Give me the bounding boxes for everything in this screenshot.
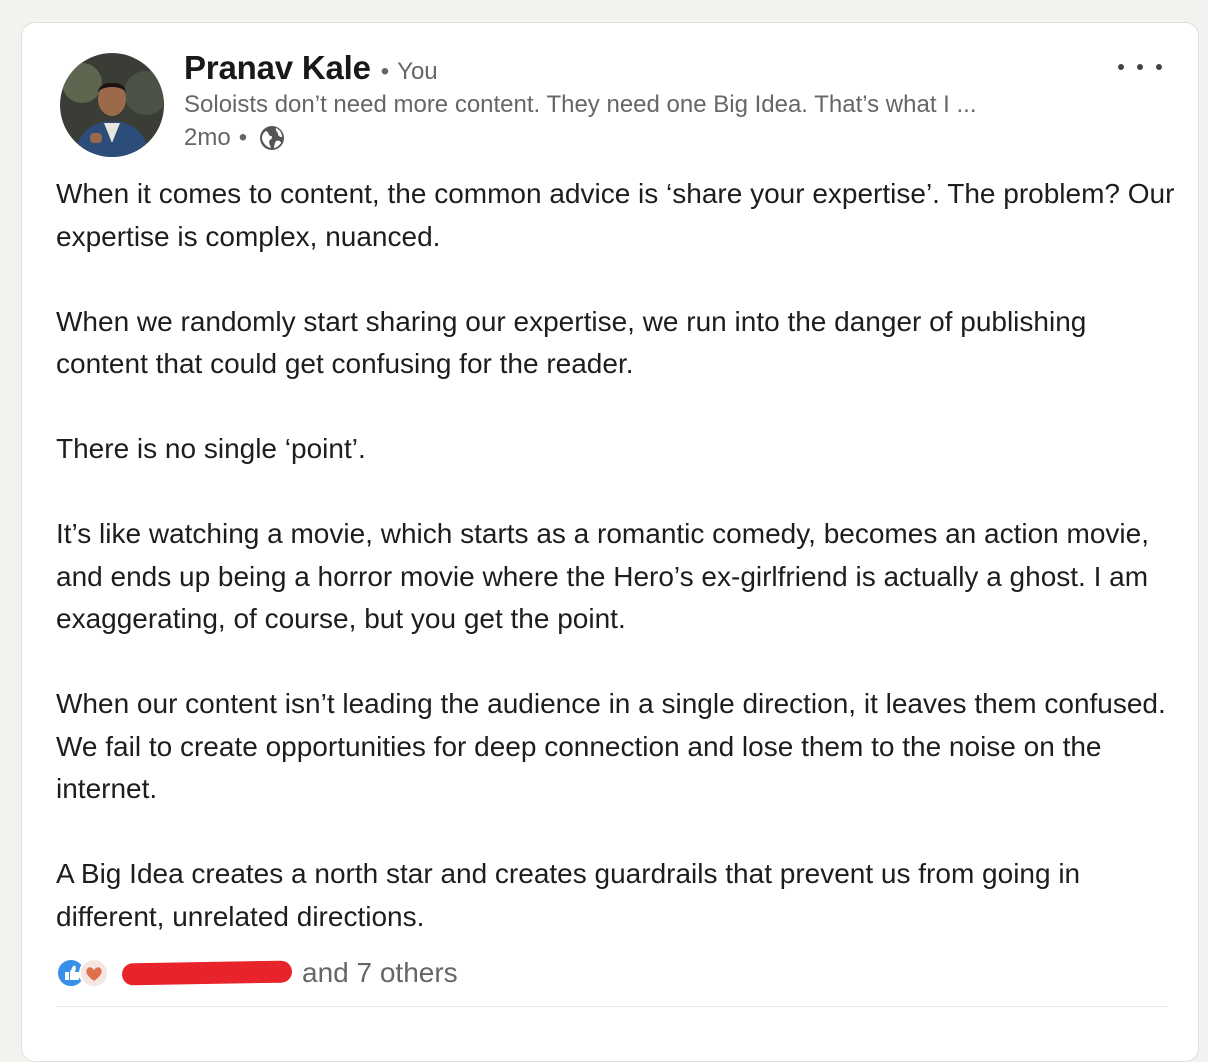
love-icon (79, 958, 109, 988)
author-info: Pranav Kale • You Soloists don’t need mo… (184, 49, 977, 153)
reactions-others[interactable]: and 7 others (302, 957, 458, 989)
more-options-icon[interactable] (1118, 53, 1162, 81)
post-meta: 2mo • (184, 123, 977, 153)
author-name[interactable]: Pranav Kale (184, 49, 371, 87)
redacted-names (121, 960, 293, 986)
post-body: When it comes to content, the common adv… (56, 173, 1176, 938)
author-headline: Soloists don’t need more content. They n… (184, 91, 977, 118)
menu-dot (1118, 64, 1124, 70)
divider (56, 1006, 1168, 1007)
post-paragraph: When it comes to content, the common adv… (56, 178, 1175, 252)
reactions-bar[interactable]: and 7 others (56, 955, 458, 991)
menu-dot (1137, 64, 1143, 70)
reaction-icons (56, 957, 114, 989)
author-name-row: Pranav Kale • You (184, 49, 977, 87)
menu-dot (1156, 64, 1162, 70)
post-paragraph: It’s like watching a movie, which starts… (56, 518, 1149, 634)
post-paragraph: When our content isn’t leading the audie… (56, 688, 1166, 804)
post-card: Pranav Kale • You Soloists don’t need mo… (21, 22, 1199, 1062)
author-relation: You (397, 58, 438, 85)
post-paragraph: There is no single ‘point’. (56, 433, 366, 464)
separator-dot: • (380, 58, 390, 85)
post-paragraph: A Big Idea creates a north star and crea… (56, 858, 1081, 932)
avatar-photo (60, 53, 164, 157)
post-paragraph: When we randomly start sharing our exper… (56, 305, 1087, 380)
post-time[interactable]: 2mo (184, 124, 231, 152)
author-avatar[interactable] (60, 53, 164, 157)
separator-dot: • (238, 124, 248, 151)
globe-icon (257, 123, 287, 153)
